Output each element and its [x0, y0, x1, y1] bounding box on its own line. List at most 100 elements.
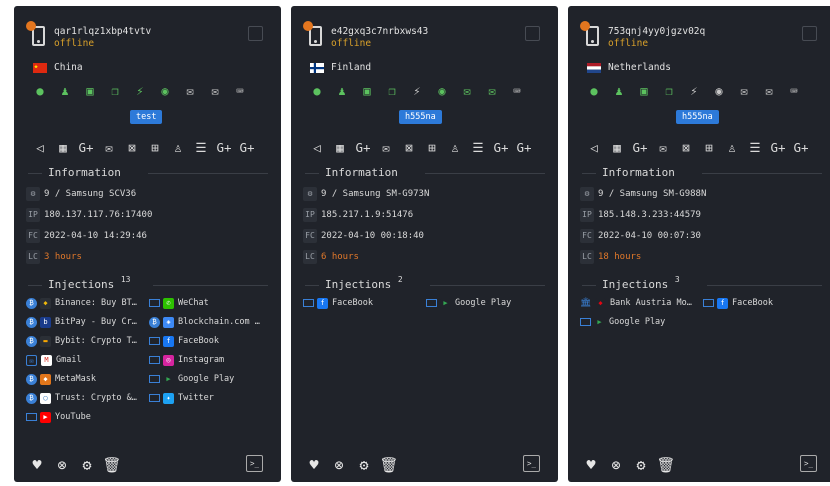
keyboard-icon[interactable]: ⌨ [510, 84, 524, 98]
users-icon[interactable]: ♙ [723, 140, 741, 156]
heart-icon[interactable]: ♥ [304, 456, 324, 474]
mail-icon[interactable]: ✉ [485, 84, 499, 98]
list-icon[interactable]: ☰ [746, 140, 764, 156]
mail-icon[interactable]: ✉ [208, 84, 222, 98]
google-plus-icon[interactable]: G+ [631, 140, 649, 156]
android-icon[interactable]: ♟ [58, 84, 72, 98]
device-card[interactable]: 753qnj4yy0jgzv02q offline Netherlands ● … [568, 6, 830, 482]
google-plus-icon[interactable]: G+ [515, 140, 533, 156]
users-icon[interactable]: ♙ [446, 140, 464, 156]
google-plus-icon[interactable]: G+ [492, 140, 510, 156]
select-checkbox[interactable] [525, 26, 540, 41]
injection-item[interactable]: ₿ ◆ Binance: Buy BT… [26, 297, 137, 310]
inbox-icon[interactable]: ⊠ [123, 140, 141, 156]
heart-icon[interactable]: ♥ [581, 456, 601, 474]
calendar-icon[interactable]: ▦ [608, 140, 626, 156]
google-plus-icon[interactable]: G+ [215, 140, 233, 156]
settings-icon[interactable]: ⚙ [77, 456, 97, 474]
injection-item[interactable]: ▶ Google Play [580, 316, 665, 329]
google-plus-icon[interactable]: G+ [77, 140, 95, 156]
settings-icon[interactable]: ⚙ [354, 456, 374, 474]
cancel-icon[interactable]: ⊗ [52, 456, 72, 474]
injection-item[interactable]: f FaceBook [303, 297, 373, 310]
copy-icon[interactable]: ❐ [108, 84, 122, 98]
keyboard-icon[interactable]: ⌨ [787, 84, 801, 98]
sms-icon[interactable]: ✉ [183, 84, 197, 98]
injection-item[interactable]: ✉ M Gmail [26, 354, 82, 367]
injection-item[interactable]: ₿ ◈ Blockchain.com … [149, 316, 260, 329]
sms-icon[interactable]: ✉ [737, 84, 751, 98]
android-icon[interactable]: ♟ [335, 84, 349, 98]
megaphone-icon[interactable]: ◁ [308, 140, 326, 156]
injection-item[interactable]: ▶ YouTube [26, 411, 91, 424]
google-plus-icon[interactable]: G+ [769, 140, 787, 156]
settings-icon[interactable]: ⚙ [631, 456, 651, 474]
contacts-icon[interactable]: ▣ [637, 84, 651, 98]
trash-icon[interactable]: 🗑 [102, 456, 122, 474]
injection-item[interactable]: ₿ ◯ Trust: Crypto &… [26, 392, 137, 405]
select-checkbox[interactable] [248, 26, 263, 41]
mail-icon[interactable]: ✉ [100, 140, 118, 156]
bolt-icon[interactable]: ⚡ [133, 84, 147, 98]
location-icon[interactable]: ◉ [158, 84, 172, 98]
mail-icon[interactable]: ✉ [762, 84, 776, 98]
cancel-icon[interactable]: ⊗ [329, 456, 349, 474]
device-card[interactable]: qar1rlqz1xbp4tvtv offline China ● ♟ ▣ ❐ … [14, 6, 281, 482]
inbox-icon[interactable]: ⊠ [677, 140, 695, 156]
contacts-icon[interactable]: ▣ [360, 84, 374, 98]
trash-icon[interactable]: 🗑 [656, 456, 676, 474]
list-icon[interactable]: ☰ [192, 140, 210, 156]
bolt-icon[interactable]: ⚡ [410, 84, 424, 98]
injection-item[interactable]: ◎ Instagram [149, 354, 224, 367]
sms-icon[interactable]: ✉ [460, 84, 474, 98]
select-checkbox[interactable] [802, 26, 817, 41]
google-plus-icon[interactable]: G+ [354, 140, 372, 156]
megaphone-icon[interactable]: ◁ [31, 140, 49, 156]
injection-item[interactable]: ₿ b BitPay - Buy Cr… [26, 316, 137, 329]
terminal-icon[interactable]: >_ [246, 455, 263, 472]
injection-item[interactable]: ▶ Google Play [149, 373, 234, 386]
injection-item[interactable]: 🏛 ◆ Bank Austria Mo… [580, 297, 692, 310]
mail-icon[interactable]: ✉ [377, 140, 395, 156]
injection-item[interactable]: ₿ ▬ Bybit: Crypto T… [26, 335, 137, 348]
google-plus-icon[interactable]: G+ [792, 140, 810, 156]
users-icon[interactable]: ♙ [169, 140, 187, 156]
location-icon[interactable]: ◉ [435, 84, 449, 98]
trash-icon[interactable]: 🗑 [379, 456, 399, 474]
bolt-icon[interactable]: ⚡ [687, 84, 701, 98]
eye-icon[interactable]: ● [33, 84, 47, 98]
injection-item[interactable]: ✆ WeChat [149, 297, 209, 310]
device-card[interactable]: e42gxq3c7nrbxws43 offline Finland ● ♟ ▣ … [291, 6, 558, 482]
calendar-icon[interactable]: ▦ [331, 140, 349, 156]
eye-icon[interactable]: ● [310, 84, 324, 98]
copy-icon[interactable]: ❐ [385, 84, 399, 98]
google-plus-icon[interactable]: G+ [238, 140, 256, 156]
injection-item[interactable]: ▶ Google Play [426, 297, 511, 310]
list-icon[interactable]: ☰ [469, 140, 487, 156]
heart-icon[interactable]: ♥ [27, 456, 47, 474]
inbox-icon[interactable]: ⊠ [400, 140, 418, 156]
injection-item[interactable]: f FaceBook [149, 335, 219, 348]
cancel-icon[interactable]: ⊗ [606, 456, 626, 474]
location-icon[interactable]: ◉ [712, 84, 726, 98]
terminal-icon[interactable]: >_ [800, 455, 817, 472]
device-tag[interactable]: test [130, 110, 163, 124]
injection-item[interactable]: f FaceBook [703, 297, 773, 310]
apps-icon[interactable]: ⊞ [700, 140, 718, 156]
device-id[interactable]: 753qnj4yy0jgzv02q [608, 26, 705, 37]
device-tag[interactable]: h555na [676, 110, 719, 124]
copy-icon[interactable]: ❐ [662, 84, 676, 98]
keyboard-icon[interactable]: ⌨ [233, 84, 247, 98]
device-tag[interactable]: h555na [399, 110, 442, 124]
device-id[interactable]: e42gxq3c7nrbxws43 [331, 26, 428, 37]
device-id[interactable]: qar1rlqz1xbp4tvtv [54, 26, 151, 37]
calendar-icon[interactable]: ▦ [54, 140, 72, 156]
android-icon[interactable]: ♟ [612, 84, 626, 98]
injection-item[interactable]: ₿ ◆ MetaMask [26, 373, 96, 386]
apps-icon[interactable]: ⊞ [423, 140, 441, 156]
megaphone-icon[interactable]: ◁ [585, 140, 603, 156]
mail-icon[interactable]: ✉ [654, 140, 672, 156]
eye-icon[interactable]: ● [587, 84, 601, 98]
contacts-icon[interactable]: ▣ [83, 84, 97, 98]
terminal-icon[interactable]: >_ [523, 455, 540, 472]
